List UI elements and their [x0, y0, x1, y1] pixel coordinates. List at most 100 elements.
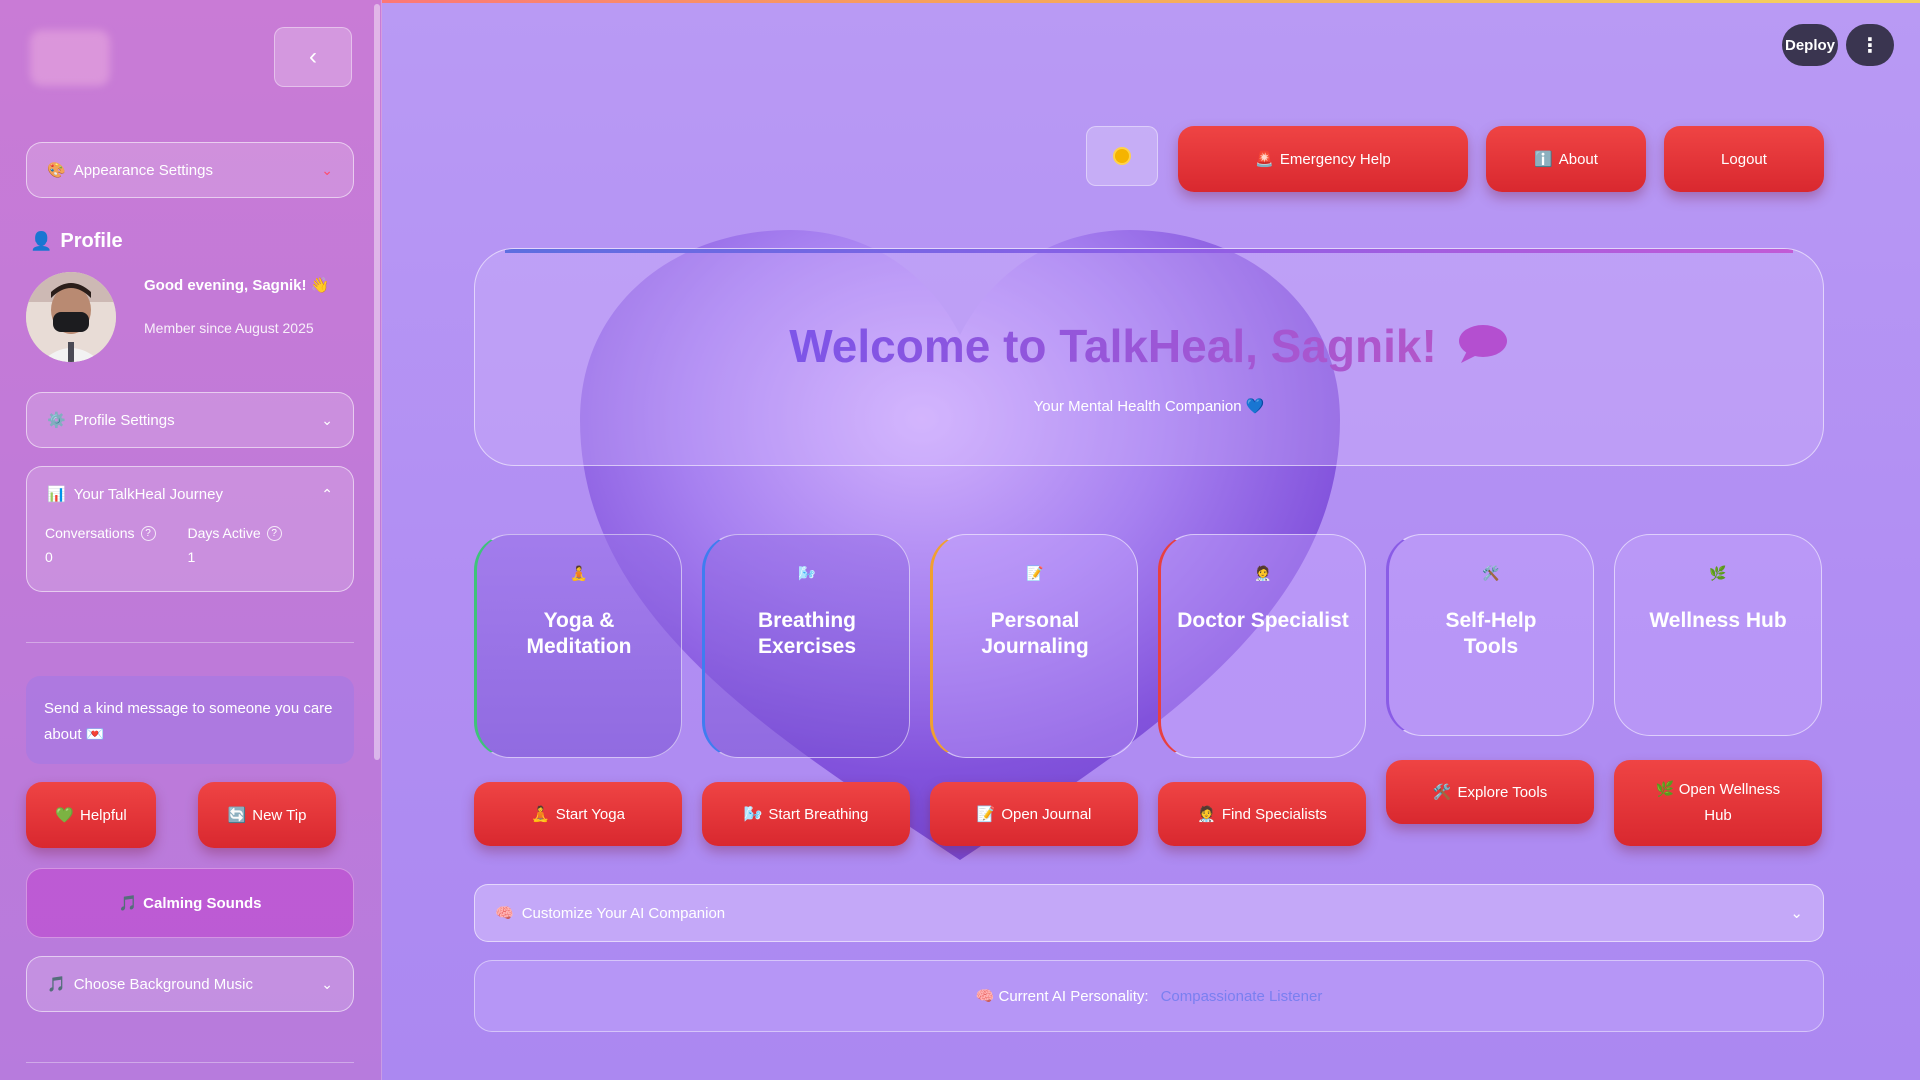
feature-card-self-help[interactable]: 🛠️ Self-Help Tools — [1386, 534, 1594, 736]
meditation-icon: 🧘 — [570, 565, 588, 581]
welcome-accent-bar — [505, 249, 1793, 253]
stat-days-active: Days Active? 1 — [188, 525, 282, 565]
collapse-sidebar-button[interactable]: ‹ — [274, 27, 352, 87]
refresh-icon: 🔄 — [227, 807, 247, 824]
profile-title: Profile — [60, 230, 123, 252]
chevron-down-icon: ⌄ — [321, 161, 333, 178]
explore-tools-button[interactable]: 🛠️ Explore Tools — [1386, 760, 1594, 824]
siren-icon: 🚨 — [1255, 151, 1274, 168]
feature-card-wellness[interactable]: 🌿 Wellness Hub — [1614, 534, 1822, 736]
sidebar: ‹ 🎨 Appearance Settings ⌄ 👤 Profile Good… — [0, 0, 382, 1080]
palette-icon: 🎨 — [47, 162, 66, 179]
calming-sounds-button[interactable]: 🎵 Calming Sounds — [26, 868, 354, 938]
welcome-title-row: Welcome to TalkHeal, Sagnik! — [475, 319, 1823, 373]
wind-icon: 🌬️ — [798, 565, 816, 581]
notepad-icon: 📝 — [976, 806, 996, 823]
brain-icon: 🧠 — [975, 988, 995, 1005]
new-tip-button[interactable]: 🔄 New Tip — [198, 782, 336, 848]
ai-personality-card: 🧠 Current AI Personality: Compassionate … — [474, 960, 1824, 1032]
profile-heading: 👤 Profile — [30, 230, 123, 253]
stat-value: 1 — [187, 549, 196, 565]
emergency-help-button[interactable]: 🚨 Emergency Help — [1178, 126, 1468, 192]
doctor-icon: 🧑‍⚕️ — [1197, 806, 1216, 823]
daily-tip-card: Send a kind message to someone you care … — [26, 676, 354, 764]
sidebar-divider — [26, 642, 354, 643]
feature-title: Self-Help Tools — [1445, 609, 1537, 658]
welcome-subtitle: Your Mental Health Companion 💙 — [1033, 398, 1265, 415]
music-note-icon: 🎵 — [118, 895, 138, 912]
brain-icon: 🧠 — [495, 905, 514, 922]
profile-settings-expander[interactable]: ⚙️ Profile Settings ⌄ — [26, 392, 354, 448]
welcome-card: Welcome to TalkHeal, Sagnik! Your Mental… — [474, 248, 1824, 466]
greeting-text: Good evening, Sagnik! 👋 — [144, 277, 330, 294]
feature-title: Doctor Specialist — [1177, 609, 1349, 632]
help-icon[interactable]: ? — [140, 525, 156, 541]
chevron-down-icon: ⌄ — [321, 411, 333, 428]
chevron-up-icon: ⌃ — [321, 485, 333, 502]
help-icon[interactable]: ? — [266, 525, 282, 541]
chart-icon: 📊 — [47, 486, 66, 503]
feature-card-journaling[interactable]: 📝 Personal Journaling — [930, 534, 1138, 758]
personality-value: Compassionate Listener — [1160, 987, 1323, 1005]
herb-icon: 🌿 — [1655, 781, 1675, 798]
open-journal-button[interactable]: 📝 Open Journal — [930, 782, 1138, 846]
journey-label: Your TalkHeal Journey — [73, 485, 223, 503]
music-note-icon: 🎵 — [47, 976, 66, 993]
more-menu-icon[interactable]: ⋮ — [1846, 24, 1894, 66]
notepad-icon: 📝 — [1026, 565, 1044, 581]
meditation-icon: 🧘 — [531, 806, 550, 823]
journey-stats: Conversations? 0 Days Active? 1 — [27, 525, 353, 565]
sidebar-divider — [26, 1062, 354, 1063]
profile-settings-label: Profile Settings — [73, 411, 175, 429]
chevron-down-icon: ⌄ — [321, 975, 333, 992]
new-tip-label: New Tip — [252, 806, 307, 824]
feature-title: Personal Journaling — [981, 609, 1089, 658]
gear-icon: ⚙️ — [47, 412, 66, 429]
calming-sounds-label: Calming Sounds — [143, 894, 262, 912]
customize-ai-label: Customize Your AI Companion — [521, 904, 726, 922]
stat-value: 0 — [45, 549, 53, 565]
logout-label: Logout — [1721, 150, 1767, 168]
find-specialists-button[interactable]: 🧑‍⚕️ Find Specialists — [1158, 782, 1366, 846]
about-label: About — [1558, 150, 1598, 168]
customize-ai-expander[interactable]: 🧠 Customize Your AI Companion ⌄ — [474, 884, 1824, 942]
stat-label: Days Active — [187, 525, 261, 541]
background-music-expander[interactable]: 🎵 Choose Background Music ⌄ — [26, 956, 354, 1012]
helpful-label: Helpful — [79, 806, 127, 824]
appearance-settings-label: Appearance Settings — [73, 161, 213, 179]
app-logo — [30, 30, 110, 86]
theme-toggle-button[interactable] — [1086, 126, 1158, 186]
logout-button[interactable]: Logout — [1664, 126, 1824, 192]
sun-icon — [1115, 149, 1129, 163]
background-music-label: Choose Background Music — [73, 975, 253, 993]
feature-card-yoga[interactable]: 🧘 Yoga & Meditation — [474, 534, 682, 758]
speech-bubble-icon — [1457, 323, 1509, 370]
feature-title: Yoga & Meditation — [526, 609, 632, 658]
doctor-icon: 🧑‍⚕️ — [1254, 565, 1272, 581]
sidebar-scrollbar[interactable] — [374, 4, 380, 760]
wind-icon: 🌬️ — [743, 806, 763, 823]
stat-label: Conversations — [45, 525, 135, 541]
about-button[interactable]: ℹ️ About — [1486, 126, 1646, 192]
start-breathing-button[interactable]: 🌬️ Start Breathing — [702, 782, 910, 846]
helpful-button[interactable]: 💚 Helpful — [26, 782, 156, 848]
chevron-left-icon: ‹ — [309, 43, 317, 70]
personality-label: Current AI Personality: — [998, 988, 1149, 1005]
stat-conversations: Conversations? 0 — [45, 525, 156, 565]
journey-expander[interactable]: 📊 Your TalkHeal Journey ⌃ Conversations?… — [26, 466, 354, 592]
emergency-help-label: Emergency Help — [1279, 150, 1391, 168]
start-yoga-button[interactable]: 🧘 Start Yoga — [474, 782, 682, 846]
info-icon: ℹ️ — [1534, 151, 1553, 168]
avatar[interactable] — [26, 272, 116, 362]
member-since-text: Member since August 2025 — [144, 320, 314, 336]
open-wellness-hub-button[interactable]: 🌿 Open Wellness Hub — [1614, 760, 1822, 846]
deploy-button[interactable]: Deploy — [1782, 24, 1838, 66]
welcome-title: Welcome to TalkHeal, Sagnik! — [789, 320, 1437, 372]
feature-card-breathing[interactable]: 🌬️ Breathing Exercises — [702, 534, 910, 758]
feature-title: Breathing Exercises — [757, 609, 857, 658]
feature-title: Wellness Hub — [1649, 609, 1787, 632]
tools-icon: 🛠️ — [1432, 784, 1452, 801]
appearance-settings-expander[interactable]: 🎨 Appearance Settings ⌄ — [26, 142, 354, 198]
feature-card-doctor[interactable]: 🧑‍⚕️ Doctor Specialist — [1158, 534, 1366, 758]
chevron-down-icon: ⌄ — [1790, 905, 1803, 922]
